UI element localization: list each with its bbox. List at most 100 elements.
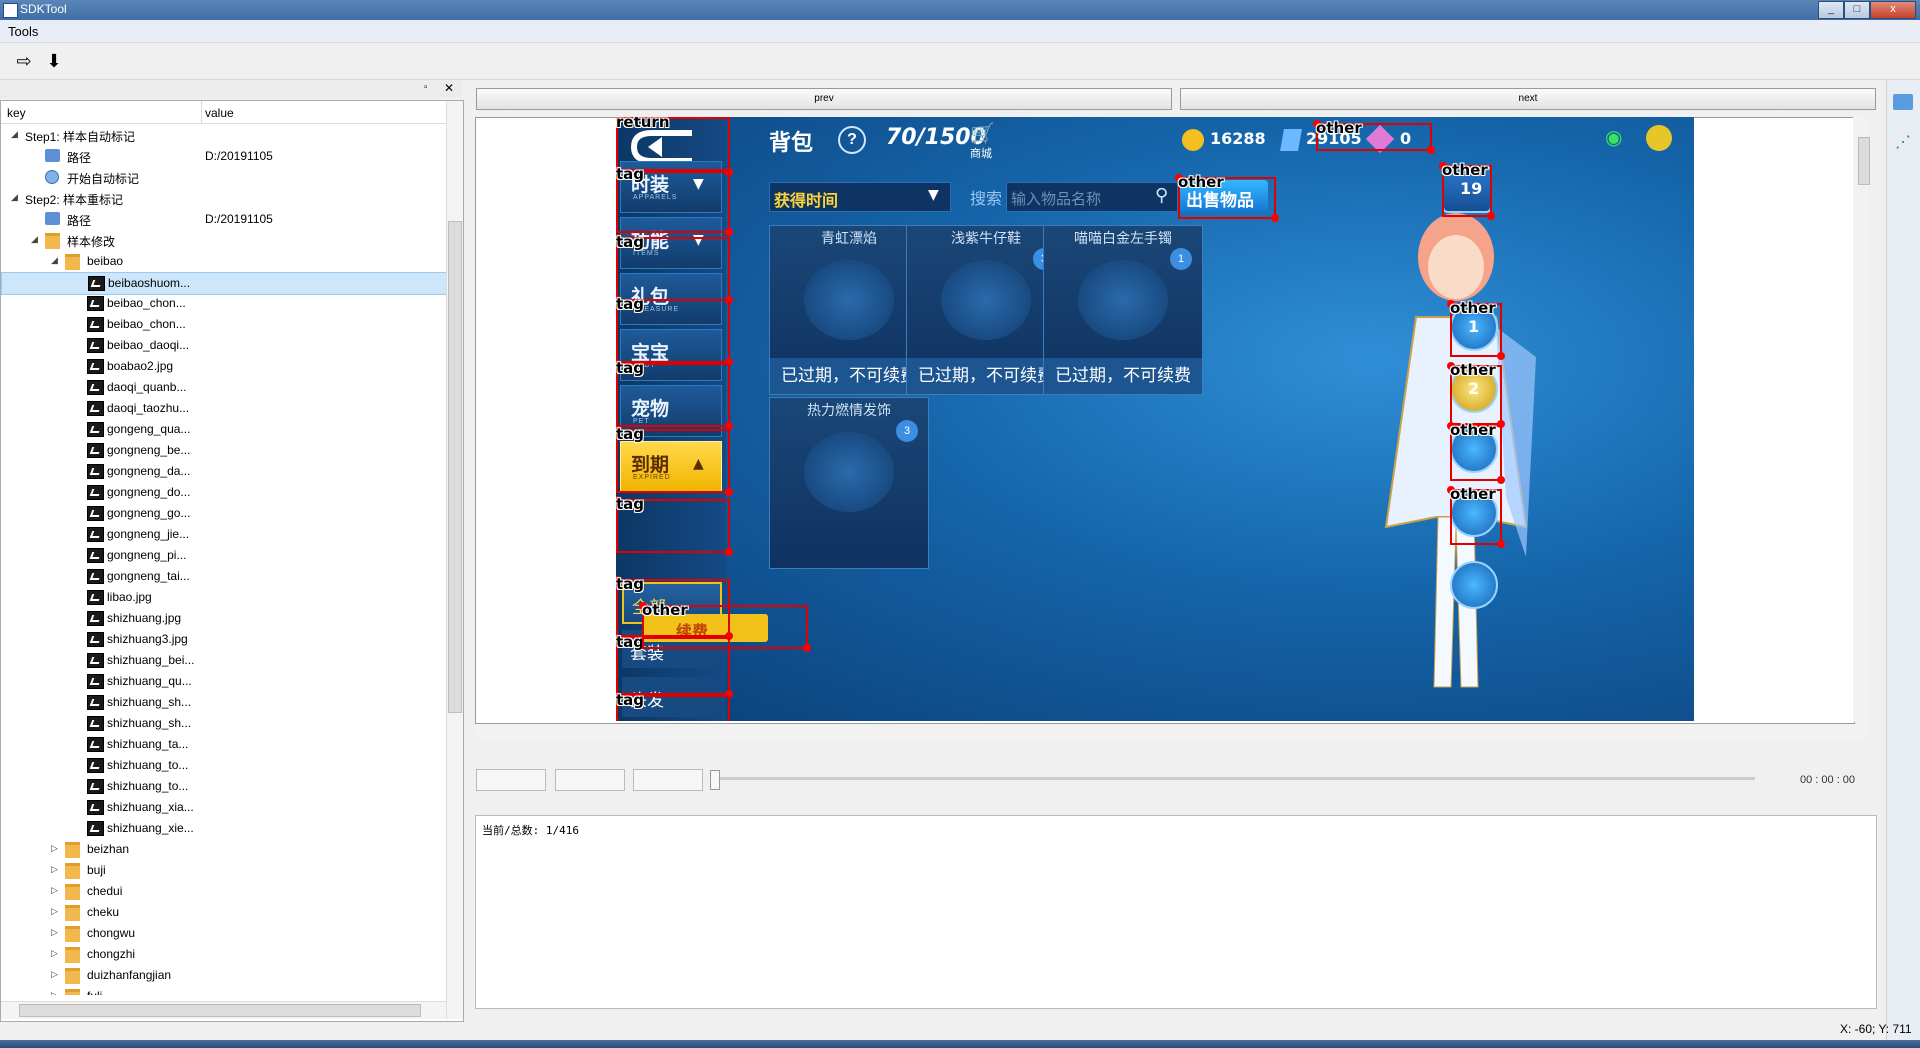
tree-row[interactable]: 路径 D:/20191105 xyxy=(1,209,446,230)
value-column-header[interactable]: value xyxy=(205,106,234,120)
tree-file-row[interactable]: beibaoshuom... xyxy=(1,272,446,295)
tree-file-row[interactable]: shizhuang3.jpg xyxy=(1,629,446,650)
player-button-1[interactable] xyxy=(476,769,546,791)
tree-file-row[interactable]: beibao_chon... xyxy=(1,314,446,335)
expand-arrow-icon[interactable]: ◢ xyxy=(31,234,38,245)
tree-file-row[interactable]: shizhuang_xia... xyxy=(1,797,446,818)
viewer-vertical-scrollbar[interactable] xyxy=(1853,117,1868,722)
image-file-icon xyxy=(87,506,104,521)
tree-file-row[interactable]: daoqi_quanb... xyxy=(1,377,446,398)
timecode: 00 : 00 : 00 xyxy=(1800,774,1856,786)
folder-open-icon[interactable] xyxy=(1893,94,1913,110)
viewer-horizontal-scrollbar[interactable] xyxy=(475,724,1868,740)
tree-file-row[interactable]: shizhuang_xie... xyxy=(1,818,446,839)
tree-file-row[interactable]: shizhuang_sh... xyxy=(1,713,446,734)
lock-icon[interactable] xyxy=(1450,561,1498,609)
expand-arrow-icon[interactable]: ▷ xyxy=(51,906,58,917)
item-card[interactable]: 青虹漂焰 已过期，不可续费 xyxy=(769,225,929,395)
expand-arrow-icon[interactable]: ◢ xyxy=(11,129,18,140)
expand-arrow-icon[interactable]: ◢ xyxy=(51,255,58,266)
tree-file-row[interactable]: boabao2.jpg xyxy=(1,356,446,377)
tree-row[interactable]: 路径 D:/20191105 xyxy=(1,146,446,167)
help-icon[interactable]: ? xyxy=(838,126,866,154)
tree-file-row[interactable]: libao.jpg xyxy=(1,587,446,608)
expand-arrow-icon[interactable]: ▷ xyxy=(51,885,58,896)
tree-file-row[interactable]: gongneng_pi... xyxy=(1,545,446,566)
expand-arrow-icon[interactable]: ▷ xyxy=(51,948,58,959)
menu-tools[interactable]: Tools xyxy=(8,24,38,39)
next-button[interactable]: next xyxy=(1180,88,1876,110)
tree-folder-row[interactable]: ▷ fuli xyxy=(1,986,446,995)
tree-file-row[interactable]: daoqi_taozhu... xyxy=(1,398,446,419)
tree-file-row[interactable]: gongneng_go... xyxy=(1,503,446,524)
minimize-button[interactable]: _ xyxy=(1818,1,1844,19)
tree-folder-row[interactable]: ▷ chongwu xyxy=(1,923,446,944)
tree-folder-row[interactable]: ▷ duizhanfangjian xyxy=(1,965,446,986)
shop-button[interactable]: 🛒 商城 xyxy=(968,121,1004,160)
annotation-label: return xyxy=(616,117,670,131)
expand-arrow-icon[interactable]: ▷ xyxy=(51,843,58,854)
item-card[interactable]: 浅紫牛仔鞋已过期，不可续费3 xyxy=(906,225,1066,395)
tree-row[interactable]: ◢ Step1: 样本自动标记 xyxy=(1,125,446,146)
viewer-vertical-thumb[interactable] xyxy=(1858,137,1870,185)
expand-arrow-icon[interactable]: ▷ xyxy=(51,927,58,938)
item-card[interactable]: 喵喵白金左手镯 已过期，不可续费 1 xyxy=(1043,225,1203,395)
avatar[interactable] xyxy=(1646,125,1672,151)
tree-row-label: shizhuang_ta... xyxy=(107,737,189,751)
close-button[interactable]: x xyxy=(1870,1,1916,19)
exit-icon[interactable]: ⇨ xyxy=(12,49,36,73)
tree-folder-row[interactable]: ◢ beibao xyxy=(1,251,446,272)
tree-file-row[interactable]: gongeng_qua... xyxy=(1,419,446,440)
tree-file-row[interactable]: shizhuang_sh... xyxy=(1,692,446,713)
timeline-thumb[interactable] xyxy=(710,770,720,790)
tree-file-row[interactable]: beibao_chon... xyxy=(1,293,446,314)
maximize-button[interactable]: □ xyxy=(1844,1,1870,19)
tree-file-row[interactable]: shizhuang_to... xyxy=(1,776,446,797)
expand-arrow-icon[interactable]: ▷ xyxy=(51,969,58,980)
expand-arrow-icon[interactable]: ◢ xyxy=(11,192,18,203)
dock-close-icon[interactable]: ✕ xyxy=(444,81,454,95)
tree-file-row[interactable]: gongneng_be... xyxy=(1,440,446,461)
item-name: 喵喵白金左手镯 xyxy=(1074,230,1172,246)
tree-file-row[interactable]: gongneng_jie... xyxy=(1,524,446,545)
annotation-label: other xyxy=(1316,119,1362,137)
tree-folder-row[interactable]: ▷ buji xyxy=(1,860,446,881)
tree-folder-row[interactable]: ▷ cheku xyxy=(1,902,446,923)
tree-file-row[interactable]: shizhuang_ta... xyxy=(1,734,446,755)
prev-button[interactable]: prev xyxy=(476,88,1172,110)
image-file-icon xyxy=(87,485,104,500)
item-search-input[interactable]: 输入物品名称 ⚲ xyxy=(1006,182,1178,212)
sample-tree: key value ◢ Step1: 样本自动标记 路径 D:/20191105 开始自… xyxy=(0,100,464,1022)
tree-folder-row[interactable]: ◢ 样本修改 xyxy=(1,230,446,251)
tree-file-row[interactable]: beibao_daoqi... xyxy=(1,335,446,356)
tree-row[interactable]: 开始自动标记 xyxy=(1,167,446,188)
tree-row-label: libao.jpg xyxy=(107,590,152,604)
sort-dropdown[interactable]: 获得时间 ▼ xyxy=(769,182,951,212)
tree-folder-row[interactable]: ▷ beizhan xyxy=(1,839,446,860)
tree-file-row[interactable]: shizhuang_bei... xyxy=(1,650,446,671)
player-button-3[interactable] xyxy=(633,769,703,791)
player-button-2[interactable] xyxy=(555,769,625,791)
tree-folder-row[interactable]: ▷ chongzhi xyxy=(1,944,446,965)
key-column-header[interactable]: key xyxy=(7,106,26,120)
tree-file-row[interactable]: shizhuang_to... xyxy=(1,755,446,776)
item-name: 浅紫牛仔鞋 xyxy=(951,230,1021,246)
tree-row[interactable]: ◢ Step2: 样本重标记 xyxy=(1,188,446,209)
download-icon[interactable]: ⬇ xyxy=(42,49,66,73)
tree-file-row[interactable]: shizhuang.jpg xyxy=(1,608,446,629)
item-image xyxy=(941,260,1031,340)
timeline-track[interactable] xyxy=(715,777,1755,780)
tree-file-row[interactable]: gongneng_da... xyxy=(1,461,446,482)
expand-arrow-icon[interactable]: ▷ xyxy=(51,990,58,995)
tree-file-row[interactable]: gongneng_do... xyxy=(1,482,446,503)
tree-file-row[interactable]: gongneng_tai... xyxy=(1,566,446,587)
game-screenshot[interactable]: 时装 APPARELS ▼ 功能 ITEMS ▼ 礼包 TREASURE 宝宝 BABY 宠物 PET… xyxy=(616,117,1694,721)
tree-horizontal-thumb[interactable] xyxy=(19,1004,421,1017)
tree-folder-row[interactable]: ▷ chedui xyxy=(1,881,446,902)
tree-file-row[interactable]: shizhuang_qu... xyxy=(1,671,446,692)
graph-icon[interactable]: ⋰ xyxy=(1895,132,1911,152)
item-card[interactable]: 热力燃情发饰 3 xyxy=(769,397,929,569)
tree-vertical-thumb[interactable] xyxy=(448,221,462,713)
float-icon[interactable]: ▫ xyxy=(424,82,428,93)
expand-arrow-icon[interactable]: ▷ xyxy=(51,864,58,875)
